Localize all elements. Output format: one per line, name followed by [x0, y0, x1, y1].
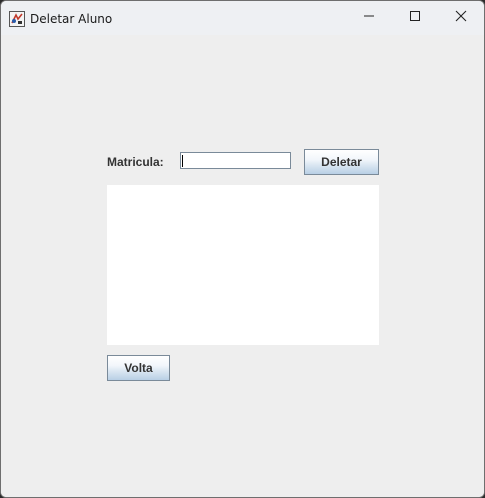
- window-title: Deletar Aluno: [30, 12, 113, 26]
- content-pane: Matricula: Deletar Volta: [1, 35, 484, 497]
- text-caret: [182, 155, 183, 167]
- matricula-label: Matricula:: [107, 155, 164, 169]
- maximize-icon: [409, 9, 421, 27]
- java-app-icon: [9, 11, 25, 27]
- close-icon: [455, 9, 467, 27]
- close-button[interactable]: [438, 1, 484, 35]
- result-text-area[interactable]: [107, 185, 379, 345]
- minimize-icon: [363, 9, 375, 27]
- app-window: Deletar Aluno Matricula: Deletar Volta: [0, 0, 485, 498]
- minimize-button[interactable]: [346, 1, 392, 35]
- volta-button[interactable]: Volta: [107, 355, 170, 381]
- maximize-button[interactable]: [392, 1, 438, 35]
- deletar-button[interactable]: Deletar: [304, 149, 379, 175]
- title-bar[interactable]: Deletar Aluno: [1, 1, 484, 35]
- matricula-input[interactable]: [180, 152, 291, 169]
